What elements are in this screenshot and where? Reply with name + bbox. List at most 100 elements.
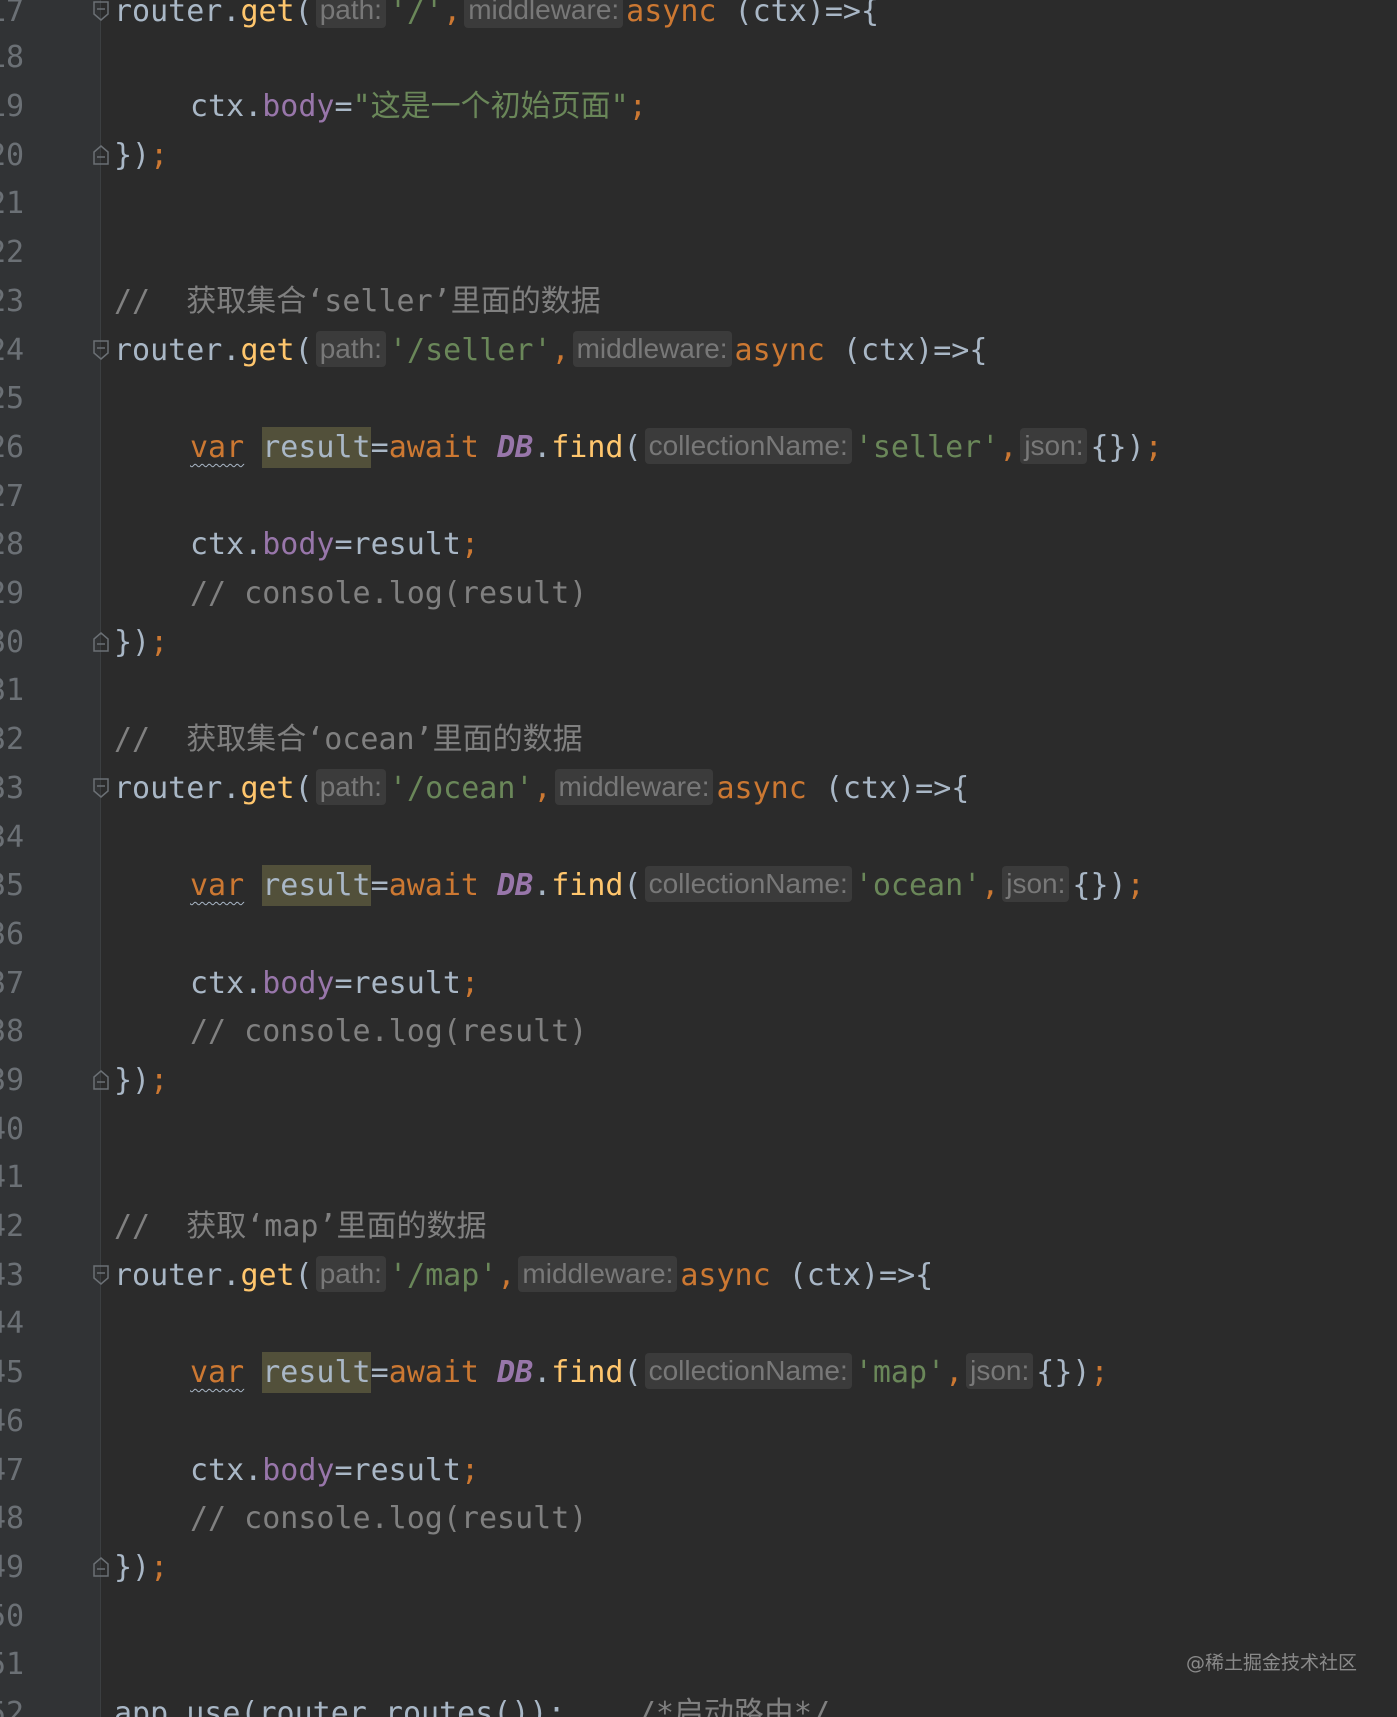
line-number: 50: [0, 1599, 25, 1634]
fold-marker-icon[interactable]: [92, 1264, 110, 1286]
line-number: 27: [0, 479, 25, 514]
code-line[interactable]: 40: [0, 1106, 1397, 1154]
identifier-highlight: result: [262, 427, 371, 468]
code-text: var result=await DB.find(collectionName:…: [190, 424, 1163, 472]
code-line[interactable]: 50: [0, 1593, 1397, 1641]
code-text: ctx.body=result;: [190, 527, 479, 562]
code-line[interactable]: 44: [0, 1300, 1397, 1348]
code-line[interactable]: 32 // 获取集合‘ocean’里面的数据: [0, 716, 1397, 764]
inlay-hint: middleware:: [554, 769, 714, 805]
code-editor[interactable]: 17 router.get(path:'/',middleware:async …: [0, 0, 1397, 1717]
line-number: 25: [0, 381, 25, 416]
inlay-hint: json:: [966, 1353, 1034, 1389]
code-line[interactable]: 52 app.use(router.routes()); /*启动路由*/: [0, 1690, 1397, 1717]
line-number: 47: [0, 1453, 25, 1488]
code-comment: // console.log(result): [190, 1014, 588, 1049]
inlay-hint: collectionName:: [644, 1353, 852, 1389]
code-text: });: [114, 625, 169, 660]
line-number: 45: [0, 1355, 25, 1390]
fold-marker-icon[interactable]: [92, 0, 110, 22]
code-comment: // console.log(result): [190, 1501, 588, 1536]
code-comment: // 获取集合‘ocean’里面的数据: [114, 722, 583, 757]
code-text: router.get(path: '/ocean', middleware: asyn…: [114, 769, 970, 806]
line-number: 20: [0, 138, 25, 173]
code-line[interactable]: 26 var result=await DB.find(collectionNa…: [0, 424, 1397, 472]
code-line[interactable]: 49 });: [0, 1544, 1397, 1592]
code-line[interactable]: 18: [0, 34, 1397, 82]
line-number: 18: [0, 40, 25, 75]
code-line[interactable]: 41: [0, 1154, 1397, 1202]
code-line[interactable]: 27: [0, 473, 1397, 521]
code-line[interactable]: 30 });: [0, 619, 1397, 667]
code-line[interactable]: 24 router.get(path:'/seller',middleware:…: [0, 327, 1397, 375]
line-number: 26: [0, 430, 25, 465]
inlay-hint: path:: [315, 769, 386, 805]
code-line[interactable]: 43 router.get(path:'/map',middleware:asy…: [0, 1252, 1397, 1300]
line-number: 23: [0, 284, 25, 319]
line-number: 37: [0, 966, 25, 1001]
line-number: 17: [0, 0, 25, 29]
code-line[interactable]: 20 });: [0, 132, 1397, 180]
line-number: 42: [0, 1209, 25, 1244]
code-text: router.get(path: '/', middleware: async (ct…: [114, 0, 879, 36]
code-text: });: [114, 1550, 169, 1585]
identifier-highlight: result: [262, 1352, 371, 1393]
code-text: });: [114, 1063, 169, 1098]
line-number: 29: [0, 576, 25, 611]
code-text: router.get(path: '/map', middleware: async …: [114, 1256, 934, 1293]
code-line[interactable]: 29 // console.log(result): [0, 570, 1397, 618]
inlay-hint: middleware:: [518, 1256, 678, 1292]
fold-marker-icon[interactable]: [92, 339, 110, 361]
line-number: 19: [0, 89, 25, 124]
fold-marker-icon[interactable]: [92, 631, 110, 653]
code-line[interactable]: 36: [0, 911, 1397, 959]
code-line[interactable]: 46: [0, 1398, 1397, 1446]
code-text: ctx.body=result;: [190, 1453, 479, 1488]
line-number: 36: [0, 917, 25, 952]
code-line[interactable]: 28 ctx.body=result;: [0, 521, 1397, 569]
code-line[interactable]: 39 });: [0, 1057, 1397, 1105]
fold-marker-icon[interactable]: [92, 1556, 110, 1578]
inlay-hint: path:: [315, 1256, 386, 1292]
line-number: 41: [0, 1160, 25, 1195]
code-comment: // 获取‘map’里面的数据: [114, 1209, 487, 1244]
line-number: 35: [0, 868, 25, 903]
code-line[interactable]: 34: [0, 814, 1397, 862]
code-line[interactable]: 22: [0, 229, 1397, 277]
code-line[interactable]: 31: [0, 667, 1397, 715]
code-line[interactable]: 33 router.get(path:'/ocean',middleware:a…: [0, 765, 1397, 813]
line-number: 31: [0, 673, 25, 708]
code-line[interactable]: 42 // 获取‘map’里面的数据: [0, 1203, 1397, 1251]
line-number: 21: [0, 186, 25, 221]
code-line[interactable]: 38 // console.log(result): [0, 1008, 1397, 1056]
code-line[interactable]: 35 var result=await DB.find(collectionNa…: [0, 862, 1397, 910]
code-line[interactable]: 19 ctx.body="这是一个初始页面";: [0, 83, 1397, 131]
code-comment: // 获取集合‘seller’里面的数据: [114, 284, 601, 319]
fold-marker-icon[interactable]: [92, 144, 110, 166]
code-line[interactable]: 48 // console.log(result): [0, 1495, 1397, 1543]
line-number: 22: [0, 235, 25, 270]
inlay-hint: json:: [1002, 866, 1070, 902]
code-line[interactable]: 45 var result=await DB.find(collectionNa…: [0, 1349, 1397, 1397]
line-number: 49: [0, 1550, 25, 1585]
line-number: 32: [0, 722, 25, 757]
code-line[interactable]: 47 ctx.body=result;: [0, 1447, 1397, 1495]
inlay-hint: json:: [1020, 428, 1088, 464]
line-number: 51: [0, 1647, 25, 1682]
fold-marker-icon[interactable]: [92, 777, 110, 799]
inlay-hint: middleware:: [572, 331, 732, 367]
code-text: ctx.body=result;: [190, 966, 479, 1001]
fold-marker-icon[interactable]: [92, 1069, 110, 1091]
line-number: 43: [0, 1258, 25, 1293]
line-number: 30: [0, 625, 25, 660]
line-number: 40: [0, 1112, 25, 1147]
line-number: 28: [0, 527, 25, 562]
watermark: @稀土掘金技术社区: [1185, 1652, 1357, 1674]
inlay-hint: middleware:: [464, 0, 624, 28]
code-line[interactable]: 37 ctx.body=result;: [0, 960, 1397, 1008]
code-line[interactable]: 17 router.get(path:'/',middleware:async …: [0, 0, 1397, 36]
code-line[interactable]: 21: [0, 180, 1397, 228]
code-line[interactable]: 23 // 获取集合‘seller’里面的数据: [0, 278, 1397, 326]
code-line[interactable]: 25: [0, 375, 1397, 423]
code-comment: // console.log(result): [190, 576, 588, 611]
